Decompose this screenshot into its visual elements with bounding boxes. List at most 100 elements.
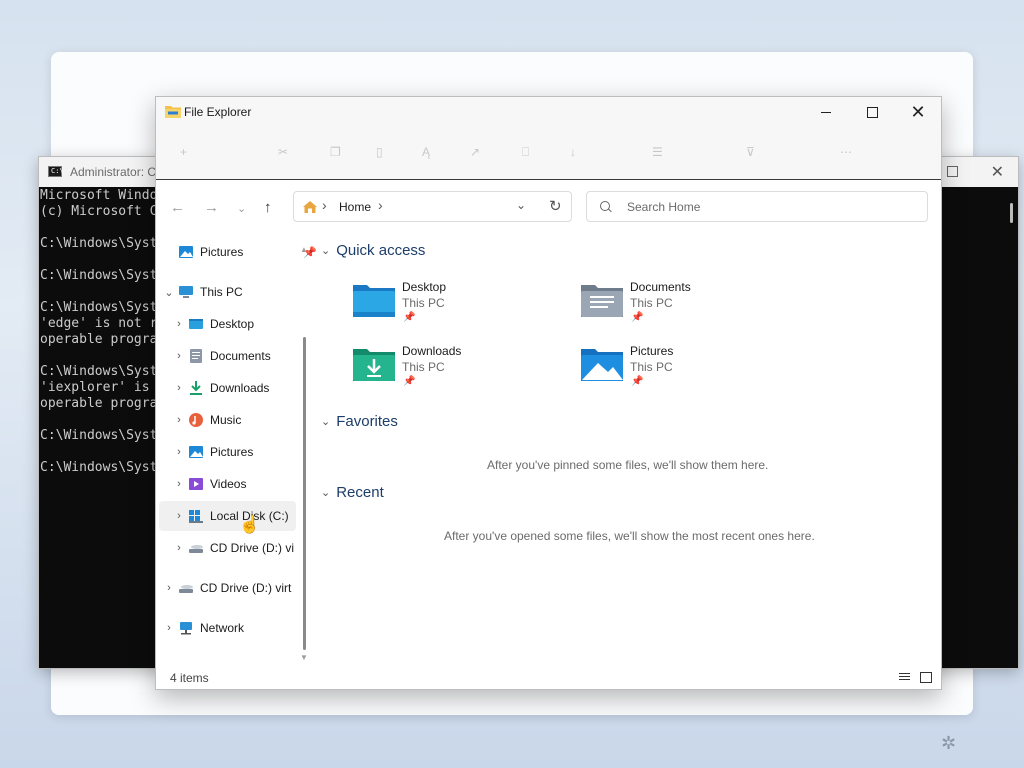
chevron-right-icon[interactable]: › [172, 510, 186, 522]
breadcrumb-separator-icon: › [322, 197, 327, 213]
quick-access-item-downloads[interactable]: Downloads This PC 📌 [352, 339, 572, 395]
local-disk-icon [188, 508, 204, 524]
favorites-empty-message: After you've pinned some files, we'll sh… [487, 458, 769, 472]
videos-icon [188, 476, 204, 492]
item-name: Documents [630, 280, 691, 294]
more-icon[interactable]: ⋯ [840, 145, 852, 159]
item-count: 4 items [170, 671, 209, 685]
sidebar-item-label: Network [200, 621, 245, 635]
details-view-icon[interactable] [899, 673, 910, 682]
new-icon[interactable]: + [180, 145, 187, 159]
rename-icon[interactable]: Ą [422, 145, 430, 159]
sidebar-item-music[interactable]: › Music [172, 405, 241, 435]
back-arrow-icon[interactable]: ← [170, 199, 185, 216]
share-icon[interactable]: ↗ [470, 145, 480, 159]
sidebar-item-desktop[interactable]: › Desktop [172, 309, 254, 339]
explorer-titlebar[interactable]: File Explorer ✕ [156, 97, 941, 127]
delete-icon[interactable]: ⎕ [522, 145, 529, 160]
filter-icon[interactable]: ⊽ [746, 145, 755, 159]
maximize-icon [866, 106, 878, 118]
address-dropdown-icon[interactable]: ⌄ [516, 198, 526, 212]
pin-icon: 📌 [403, 376, 416, 387]
maximize-icon[interactable] [947, 166, 958, 177]
window-title: File Explorer [184, 105, 252, 119]
sidebar-item-label: Documents [210, 349, 271, 363]
chevron-right-icon[interactable]: › [162, 582, 176, 594]
hand-cursor-icon: ☝ [239, 515, 261, 534]
chevron-right-icon[interactable]: › [172, 382, 186, 394]
minimize-button[interactable] [803, 97, 849, 127]
up-arrow-icon[interactable]: ↑ [264, 199, 272, 216]
address-bar[interactable]: › Home › ⌄ ↻ [293, 191, 572, 222]
sidebar-item-label: Desktop [210, 317, 255, 331]
chevron-right-icon[interactable]: › [172, 542, 186, 554]
minimize-icon [821, 111, 831, 113]
accessibility-icon[interactable]: ✲ [941, 733, 956, 754]
status-bar: 4 items [156, 667, 941, 689]
chevron-right-icon[interactable]: › [172, 350, 186, 362]
scroll-up-icon[interactable]: ▲ [300, 245, 308, 254]
paste-icon[interactable]: ▯ [376, 145, 383, 159]
quick-access-item-desktop[interactable]: Desktop This PC 📌 [352, 275, 572, 331]
sidebar-item-cd-drive-child[interactable]: › CD Drive (D:) vi [172, 533, 294, 563]
search-box[interactable]: Search Home [586, 191, 928, 222]
recent-header[interactable]: ⌄ Recent [321, 484, 384, 501]
file-explorer-icon [165, 106, 181, 118]
sidebar-item-downloads[interactable]: › Downloads [172, 373, 269, 403]
cmd-title: Administrator: C [70, 165, 157, 179]
cd-drive-icon [178, 580, 194, 596]
cd-drive-icon [188, 540, 204, 556]
breadcrumb-home[interactable]: Home [339, 200, 371, 214]
chevron-right-icon[interactable]: › [162, 622, 176, 634]
desktop-icon [188, 316, 204, 332]
sort-icon[interactable]: ↓ [570, 145, 576, 159]
file-explorer-window[interactable]: File Explorer ✕ + ✂ ❐ ▯ Ą ↗ ⎕ ↓ ☰ ⊽ ⋯ ← … [155, 96, 942, 690]
section-title: Favorites [336, 413, 398, 430]
recent-locations-chevron-icon[interactable]: ⌄ [237, 202, 246, 215]
sidebar-item-label: Pictures [200, 245, 244, 259]
chevron-right-icon[interactable]: › [172, 414, 186, 426]
quick-access-header[interactable]: ⌄ Quick access [321, 242, 425, 259]
downloads-icon [188, 380, 204, 396]
section-title: Recent [336, 484, 384, 501]
refresh-icon[interactable]: ↻ [549, 197, 562, 215]
maximize-button[interactable] [849, 97, 895, 127]
chevron-down-icon[interactable]: ⌄ [162, 286, 176, 299]
chevron-right-icon[interactable]: › [172, 446, 186, 458]
sidebar-item-this-pc[interactable]: ⌄ This PC [162, 277, 302, 307]
sidebar-scrollbar-thumb[interactable] [303, 337, 306, 650]
copy-icon[interactable]: ❐ [330, 145, 341, 159]
sidebar-item-documents[interactable]: › Documents [172, 341, 271, 371]
network-icon [178, 620, 194, 636]
sidebar-item-pinned-pictures[interactable]: Pictures 📌 [178, 237, 317, 267]
breadcrumb-chevron-icon[interactable]: › [378, 197, 383, 213]
search-icon [600, 201, 610, 211]
downloads-folder-icon [353, 349, 395, 381]
quick-access-item-pictures[interactable]: Pictures This PC 📌 [580, 339, 800, 395]
view-icon[interactable]: ☰ [652, 145, 663, 159]
chevron-down-icon: ⌄ [321, 416, 331, 428]
chevron-right-icon[interactable]: › [172, 478, 186, 490]
sidebar-item-pictures[interactable]: › Pictures [172, 437, 253, 467]
sidebar-item-cd-drive[interactable]: › CD Drive (D:) virt [162, 573, 291, 603]
documents-folder-icon [581, 285, 623, 317]
cmd-icon: C:\ [48, 166, 64, 177]
favorites-header[interactable]: ⌄ Favorites [321, 413, 398, 430]
navigation-pane: Pictures 📌 ⌄ This PC › Desktop › Documen… [156, 235, 317, 665]
quick-access-item-documents[interactable]: Documents This PC 📌 [580, 275, 800, 331]
cut-icon[interactable]: ✂ [278, 145, 288, 159]
sidebar-item-network[interactable]: › Network [162, 613, 244, 643]
cmd-scrollbar[interactable] [1010, 203, 1013, 223]
scroll-down-icon[interactable]: ▼ [300, 653, 308, 662]
pictures-folder-icon [581, 349, 623, 381]
chevron-down-icon: ⌄ [321, 245, 331, 257]
forward-arrow-icon[interactable]: → [204, 199, 219, 216]
item-location: This PC [630, 296, 673, 310]
chevron-right-icon[interactable]: › [172, 318, 186, 330]
close-icon[interactable]: ✕ [991, 162, 1004, 182]
sidebar-item-videos[interactable]: › Videos [172, 469, 246, 499]
sidebar-item-local-disk[interactable]: › Local Disk (C:) [159, 501, 296, 531]
close-button[interactable]: ✕ [895, 97, 941, 127]
tiles-view-icon[interactable] [920, 672, 932, 683]
search-placeholder: Search Home [627, 200, 701, 214]
